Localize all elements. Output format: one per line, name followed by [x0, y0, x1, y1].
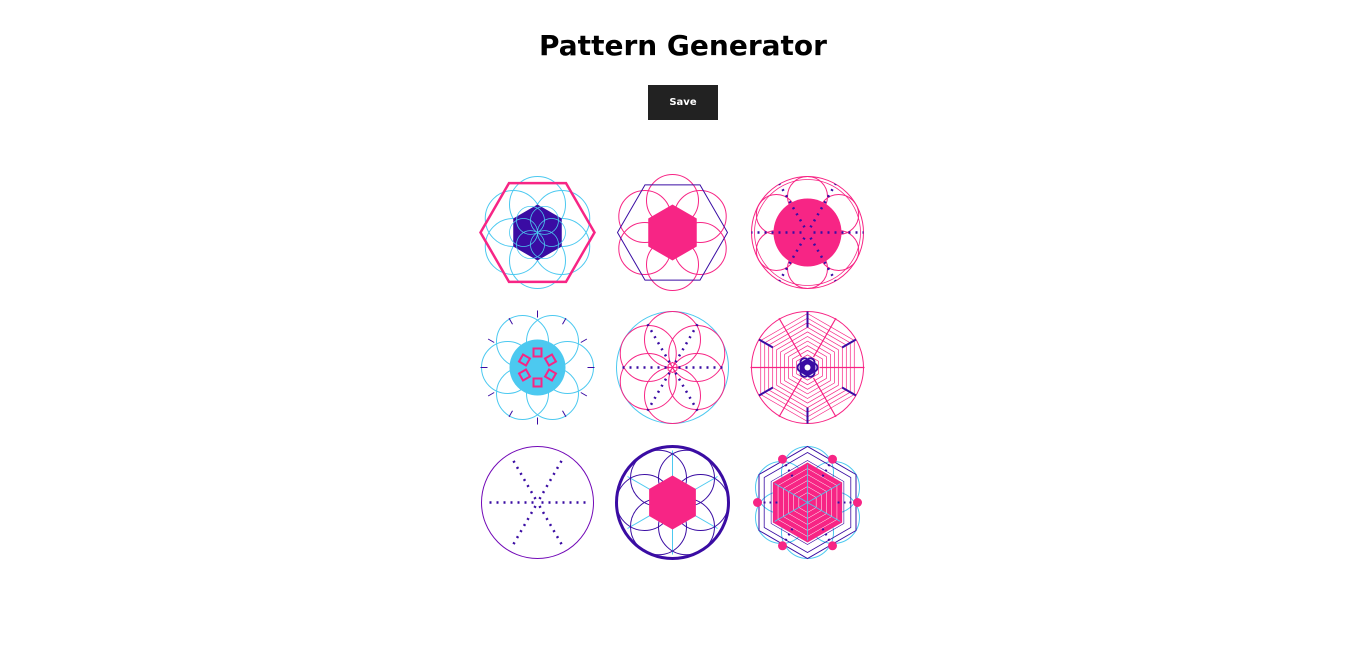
pattern-7-canvas [481, 446, 594, 559]
pattern-tile-7 [470, 435, 605, 570]
tick-mark [580, 392, 588, 397]
pattern-8-canvas [615, 445, 730, 560]
page: Pattern Generator Save [0, 0, 1366, 659]
tick-mark [580, 338, 588, 343]
pattern-grid [470, 165, 875, 570]
dotted-spoke [538, 458, 564, 500]
tick-mark [562, 410, 567, 418]
pattern-tile-4 [470, 300, 605, 435]
vertex-dot [828, 541, 837, 551]
tick-mark [508, 317, 513, 325]
tick-mark [508, 410, 513, 418]
pattern-tile-9 [740, 435, 875, 570]
center-hexagon [649, 475, 696, 530]
pattern-9-canvas [753, 445, 862, 560]
pattern-1-canvas [479, 176, 596, 289]
pattern-5-canvas [616, 311, 729, 424]
center-hexagon [648, 204, 697, 261]
vertex-dot [853, 498, 862, 507]
center-hole [804, 364, 811, 371]
center-disc [773, 198, 842, 267]
pattern-4-canvas [480, 310, 595, 425]
pattern-6-canvas [750, 311, 865, 424]
pattern-tile-3 [740, 165, 875, 300]
pattern-2-canvas [616, 174, 729, 291]
tick-mark [487, 338, 495, 343]
tick-mark [487, 392, 495, 397]
dotted-spoke [511, 505, 537, 547]
pattern-tile-6 [740, 300, 875, 435]
vertex-dot [778, 454, 787, 464]
vertex-dot [828, 454, 837, 464]
pattern-tile-8 [605, 435, 740, 570]
save-button[interactable]: Save [648, 85, 718, 120]
tick-mark [562, 317, 567, 325]
pattern-tile-1 [470, 165, 605, 300]
pattern-tile-2 [605, 165, 740, 300]
page-title: Pattern Generator [539, 29, 827, 62]
dotted-spoke [538, 505, 564, 547]
vertex-dot [753, 498, 762, 507]
dotted-spoke [511, 458, 537, 500]
pattern-tile-5 [605, 300, 740, 435]
vertex-dot [778, 541, 787, 551]
pattern-3-canvas [751, 176, 864, 289]
